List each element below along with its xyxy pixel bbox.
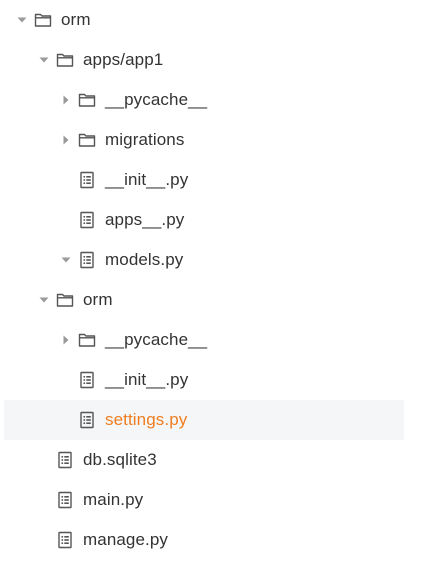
file-icon bbox=[78, 411, 96, 429]
tree-row-orm[interactable]: orm bbox=[4, 0, 404, 40]
tree-row-apps-app1[interactable]: apps/app1 bbox=[4, 40, 404, 80]
tree-row-pycache[interactable]: __pycache__ bbox=[4, 80, 404, 120]
folder-icon bbox=[78, 91, 96, 109]
tree-item-label: apps__.py bbox=[105, 210, 185, 229]
tree-row-apps-py[interactable]: apps__.py bbox=[4, 200, 404, 240]
file-icon bbox=[56, 451, 74, 469]
caret-right-icon[interactable] bbox=[58, 332, 74, 348]
folder-icon bbox=[56, 51, 74, 69]
tree-item-label: models.py bbox=[105, 250, 184, 269]
folder-icon bbox=[34, 11, 52, 29]
tree-row-migrations[interactable]: migrations bbox=[4, 120, 404, 160]
tree-item-label: manage.py bbox=[83, 530, 169, 549]
tree-row-pycache[interactable]: __pycache__ bbox=[4, 320, 404, 360]
file-icon bbox=[78, 211, 96, 229]
tree-item-label: __init__.py bbox=[105, 170, 189, 189]
folder-icon bbox=[78, 131, 96, 149]
tree-item-label: __init__.py bbox=[105, 370, 189, 389]
tree-item-label: orm bbox=[61, 10, 91, 29]
tree-row-main-py[interactable]: main.py bbox=[4, 480, 404, 520]
tree-item-label: __pycache__ bbox=[105, 90, 208, 109]
tree-item-label: main.py bbox=[83, 490, 144, 509]
file-icon bbox=[78, 371, 96, 389]
tree-row-init-py[interactable]: __init__.py bbox=[4, 160, 404, 200]
tree-item-label: settings.py bbox=[105, 410, 188, 429]
tree-row-manage-py[interactable]: manage.py bbox=[4, 520, 404, 560]
folder-icon bbox=[78, 331, 96, 349]
tree-row-orm[interactable]: orm bbox=[4, 280, 404, 320]
caret-down-icon[interactable] bbox=[36, 292, 52, 308]
tree-item-label: __pycache__ bbox=[105, 330, 208, 349]
caret-right-icon[interactable] bbox=[58, 92, 74, 108]
caret-down-icon[interactable] bbox=[14, 12, 30, 28]
tree-row-init-py[interactable]: __init__.py bbox=[4, 360, 404, 400]
file-tree: orm apps/app1 __pycache__ migrations __init_… bbox=[0, 0, 426, 574]
file-icon bbox=[78, 171, 96, 189]
tree-item-label: migrations bbox=[105, 130, 185, 149]
tree-row-settings-py[interactable]: settings.py bbox=[4, 400, 404, 440]
tree-item-label: orm bbox=[83, 290, 113, 309]
tree-row-models-py[interactable]: models.py bbox=[4, 240, 404, 280]
file-icon bbox=[56, 531, 74, 549]
caret-right-icon[interactable] bbox=[58, 132, 74, 148]
tree-row-db-sqlite3[interactable]: db.sqlite3 bbox=[4, 440, 404, 480]
caret-down-icon[interactable] bbox=[36, 52, 52, 68]
folder-icon bbox=[56, 291, 74, 309]
caret-down-icon[interactable] bbox=[58, 252, 74, 268]
file-icon bbox=[56, 491, 74, 509]
tree-item-label: db.sqlite3 bbox=[83, 450, 157, 469]
file-icon bbox=[78, 251, 96, 269]
tree-item-label: apps/app1 bbox=[83, 50, 164, 69]
